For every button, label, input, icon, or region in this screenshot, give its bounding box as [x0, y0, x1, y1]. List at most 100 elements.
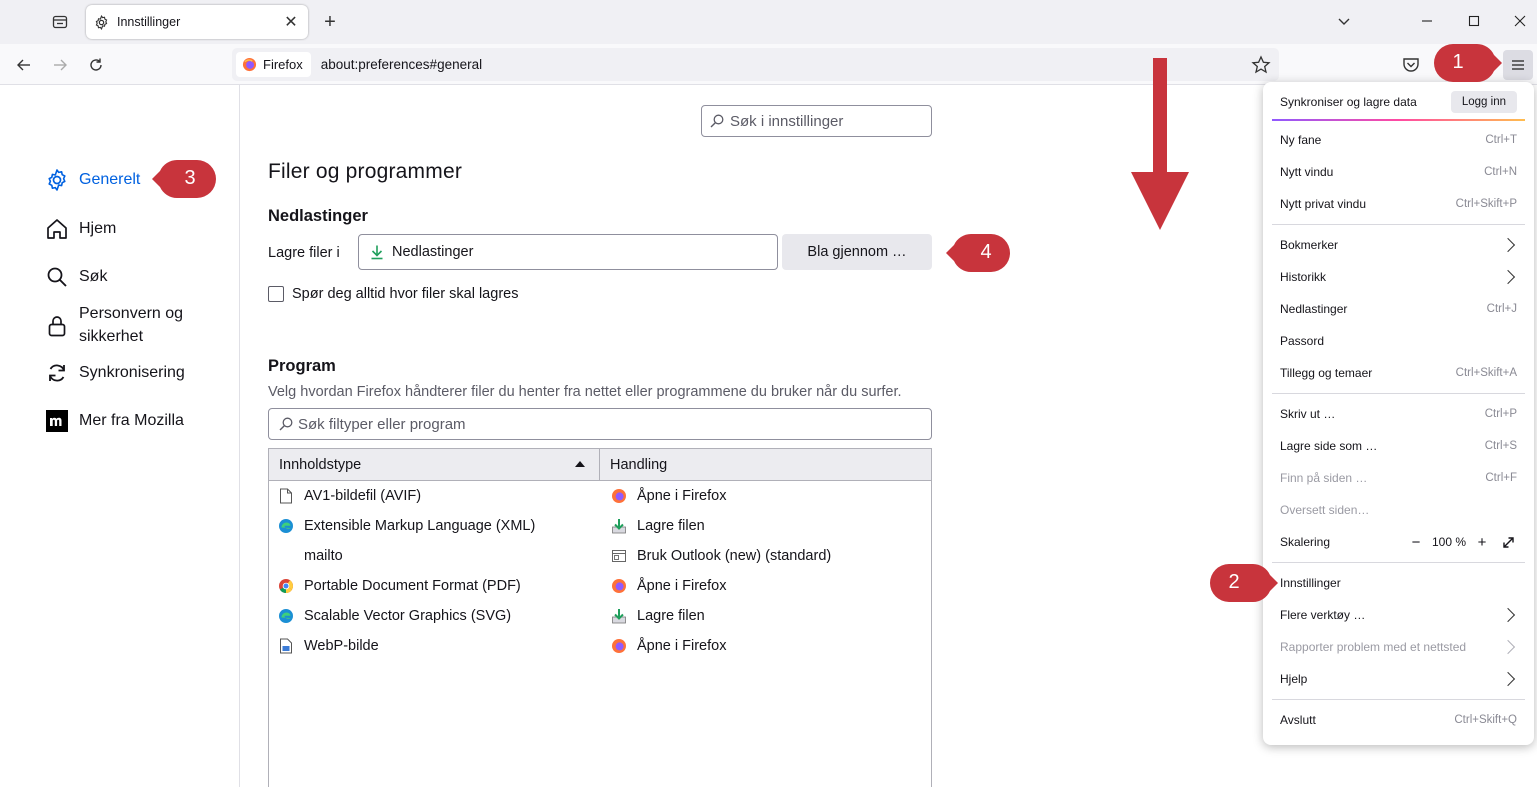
- menu-item-history[interactable]: Historikk: [1263, 262, 1534, 292]
- firefox-icon: [610, 637, 628, 655]
- gear-icon: [44, 167, 70, 193]
- pocket-icon[interactable]: [1401, 55, 1421, 75]
- zoom-level[interactable]: 100 %: [1425, 535, 1473, 549]
- sidebar-item-search[interactable]: Søk: [44, 264, 107, 290]
- minimize-button[interactable]: [1412, 6, 1442, 36]
- menu-item-new-window[interactable]: Nytt vindu Ctrl+N: [1263, 157, 1534, 187]
- action-label[interactable]: Åpne i Firefox: [637, 638, 726, 654]
- maximize-button[interactable]: [1459, 6, 1489, 36]
- list-all-tabs-button[interactable]: [1329, 6, 1359, 36]
- sidebar-item-more-from-mozilla[interactable]: Mer fra Mozilla: [44, 408, 184, 434]
- menu-item-addons-themes[interactable]: Tillegg og temaer Ctrl+Skift+A: [1263, 358, 1534, 388]
- callout-4-number: 4: [980, 241, 992, 263]
- chrome-icon: [277, 577, 295, 595]
- back-button[interactable]: [9, 50, 39, 80]
- search-icon: [44, 264, 70, 290]
- column-header-label: Handling: [610, 456, 668, 473]
- tab-settings[interactable]: Innstillinger ✕: [86, 5, 308, 39]
- table-row[interactable]: Scalable Vector Graphics (SVG) Lagre fil…: [269, 601, 931, 631]
- action-label[interactable]: Bruk Outlook (new) (standard): [637, 548, 831, 564]
- outlook-icon: [610, 547, 628, 565]
- content-type: Extensible Markup Language (XML): [304, 518, 536, 534]
- menu-item-downloads[interactable]: Nedlastinger Ctrl+J: [1263, 294, 1534, 324]
- table-row[interactable]: mailto Bruk Outlook (new) (standard): [269, 541, 931, 571]
- column-header-action[interactable]: Handling: [600, 457, 667, 473]
- close-icon[interactable]: ✕: [282, 13, 300, 31]
- sidebar-item-privacy[interactable]: Personvern og sikkerhet: [44, 301, 183, 348]
- menu-item-new-private-window[interactable]: Nytt privat vindu Ctrl+Skift+P: [1263, 189, 1534, 219]
- callout-2-number: 2: [1228, 571, 1240, 593]
- action-label[interactable]: Lagre filen: [637, 518, 705, 534]
- close-window-button[interactable]: [1505, 6, 1535, 36]
- bookmark-star-icon[interactable]: [1251, 55, 1271, 75]
- sidebar-item-label: Generelt: [79, 171, 141, 188]
- firefox-logo-icon: [242, 57, 257, 72]
- sidebar-item-home[interactable]: Hjem: [44, 216, 116, 242]
- zoom-out-button[interactable]: −: [1407, 533, 1425, 551]
- edge-icon: [277, 517, 295, 535]
- firefox-view-button[interactable]: [44, 8, 76, 36]
- menu-item-save-page-as[interactable]: Lagre side som … Ctrl+S: [1263, 431, 1534, 461]
- chevron-right-icon: [1500, 671, 1516, 687]
- settings-search-input[interactable]: Søk i innstillinger: [701, 105, 932, 137]
- identity-box[interactable]: Firefox: [236, 52, 311, 77]
- url-text[interactable]: about:preferences#general: [321, 57, 482, 72]
- search-placeholder: Søk i innstillinger: [730, 112, 844, 130]
- sidebar-item-label: Søk: [79, 268, 108, 285]
- chevron-right-icon: [1500, 639, 1516, 655]
- action-label[interactable]: Åpne i Firefox: [637, 578, 726, 594]
- applications-table: Innholdstype Handling AV1-bildefil (AVIF…: [268, 448, 932, 787]
- edge-icon: [277, 607, 295, 625]
- table-row[interactable]: Extensible Markup Language (XML) Lagre f…: [269, 511, 931, 541]
- sidebar-item-sync[interactable]: Synkronisering: [44, 360, 185, 386]
- filetype-search-placeholder: Søk filtyper eller program: [298, 415, 466, 433]
- filetype-search-input[interactable]: Søk filtyper eller program: [268, 408, 932, 440]
- tab-title: Innstillinger: [117, 15, 181, 29]
- menu-separator: [1272, 393, 1525, 394]
- table-header: Innholdstype Handling: [269, 449, 931, 481]
- table-row[interactable]: AV1-bildefil (AVIF) Åpne i Firefox: [269, 481, 931, 511]
- identity-label: Firefox: [263, 57, 303, 72]
- zoom-in-button[interactable]: +: [1473, 533, 1491, 551]
- table-row[interactable]: Portable Document Format (PDF) Åpne i Fi…: [269, 571, 931, 601]
- menu-item-translate-page: Oversett siden…: [1280, 503, 1370, 517]
- table-row[interactable]: WebP-bilde Åpne i Firefox: [269, 631, 931, 661]
- action-label[interactable]: Åpne i Firefox: [637, 488, 726, 504]
- forward-button[interactable]: [45, 50, 75, 80]
- column-header-content-type[interactable]: Innholdstype: [269, 449, 600, 480]
- sync-separator: [1272, 119, 1525, 121]
- always-ask-label[interactable]: Spør deg alltid hvor filer skal lagres: [292, 286, 518, 302]
- download-folder-field[interactable]: Nedlastinger: [358, 234, 778, 270]
- sidebar-item-general[interactable]: Generelt: [44, 167, 140, 193]
- image-file-icon: [277, 637, 295, 655]
- lock-icon: [44, 313, 70, 339]
- reload-icon: [90, 58, 102, 71]
- menu-item-settings[interactable]: Innstillinger: [1263, 568, 1534, 598]
- search-icon: [279, 417, 293, 431]
- sidebar-item-label: Synkronisering: [79, 364, 185, 381]
- menu-item-bookmarks[interactable]: Bokmerker: [1263, 230, 1534, 260]
- sort-ascending-icon: [575, 461, 585, 467]
- save-file-icon: [610, 517, 628, 535]
- browse-button[interactable]: Bla gjennom …: [782, 234, 932, 270]
- firefox-icon: [610, 487, 628, 505]
- menu-item-print[interactable]: Skriv ut … Ctrl+P: [1263, 399, 1534, 429]
- app-menu-button[interactable]: [1503, 50, 1533, 80]
- column-header-label: Innholdstype: [279, 456, 362, 473]
- menu-item-more-tools[interactable]: Flere verktøy …: [1263, 600, 1534, 630]
- reload-button[interactable]: [81, 50, 111, 80]
- always-ask-checkbox[interactable]: [268, 286, 284, 302]
- menu-item-quit[interactable]: Avslutt Ctrl+Skift+Q: [1263, 705, 1534, 735]
- login-button[interactable]: Logg inn: [1450, 91, 1517, 113]
- forward-arrow-icon: [54, 59, 67, 71]
- new-tab-button[interactable]: +: [318, 10, 342, 34]
- menu-item-new-tab[interactable]: Ny fane Ctrl+T: [1263, 125, 1534, 155]
- url-bar[interactable]: Firefox about:preferences#general: [232, 48, 1279, 81]
- fullscreen-button[interactable]: [1499, 533, 1517, 551]
- action-label[interactable]: Lagre filen: [637, 608, 705, 624]
- callout-1-number: 1: [1452, 51, 1464, 73]
- menu-item-report-site-issue: Rapporter problem med et nettsted: [1263, 632, 1534, 662]
- save-file-icon: [610, 607, 628, 625]
- menu-item-passwords[interactable]: Passord: [1263, 326, 1534, 356]
- menu-item-help[interactable]: Hjelp: [1263, 664, 1534, 694]
